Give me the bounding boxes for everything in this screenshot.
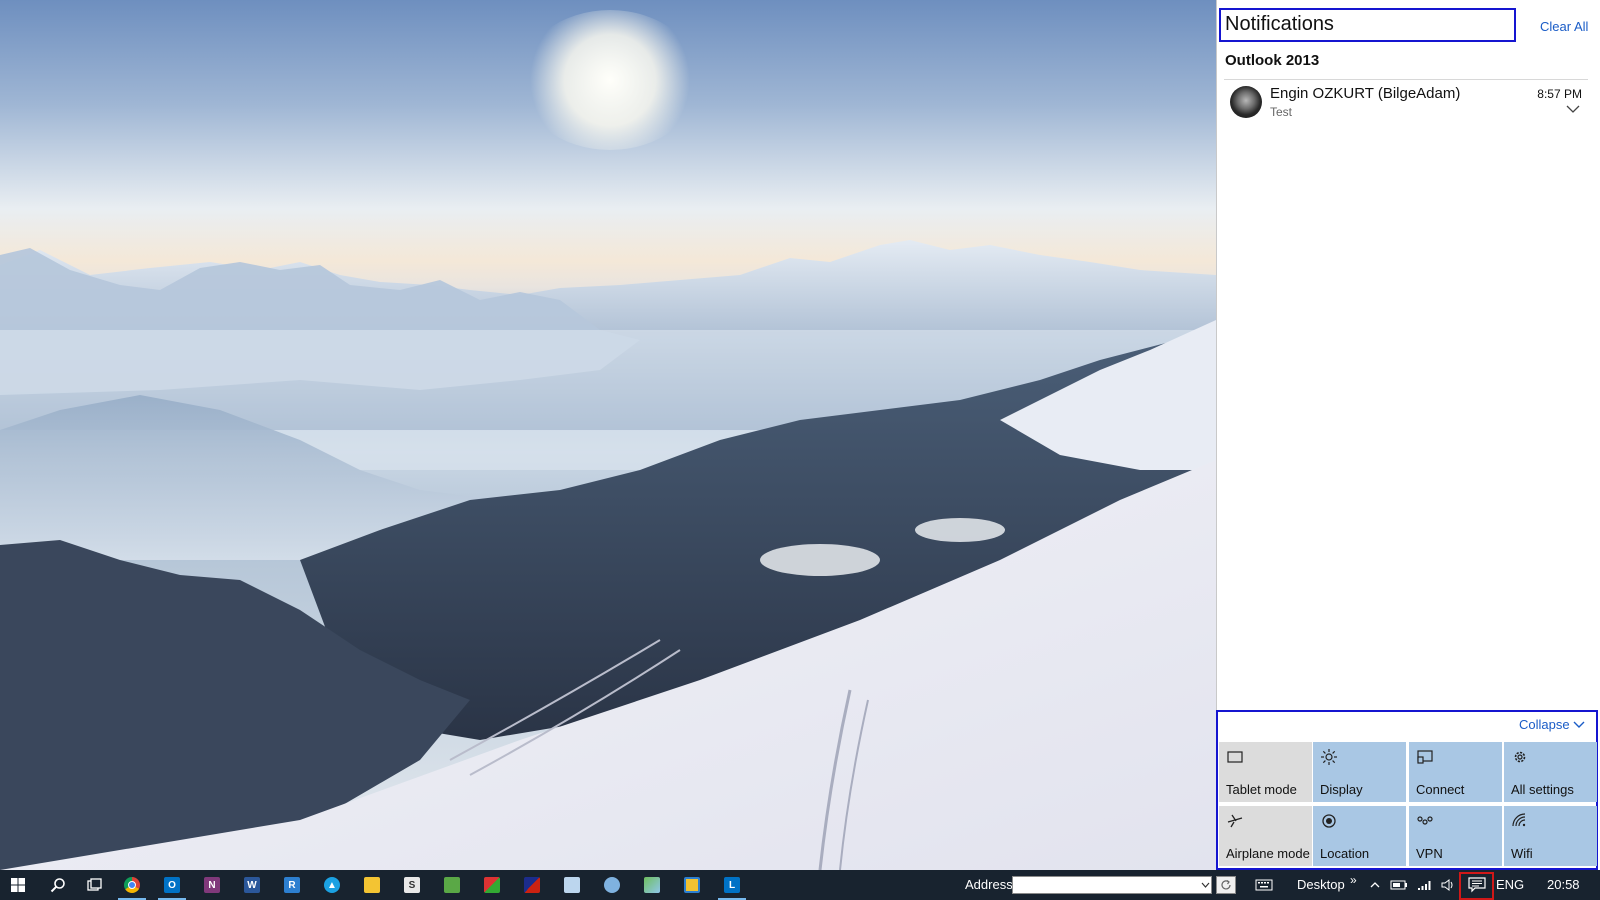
action-center-button-highlight <box>1459 872 1494 900</box>
tile-label: Location <box>1320 846 1370 861</box>
address-input[interactable] <box>1012 876 1212 894</box>
connect-icon <box>1417 750 1433 764</box>
tile-tablet-mode[interactable]: Tablet mode <box>1219 742 1312 802</box>
notification-sender: Engin OZKURT (BilgeAdam) <box>1270 85 1461 102</box>
notification-body: Test <box>1270 105 1293 119</box>
notification-time: 8:57 PM <box>1537 87 1582 101</box>
gear-icon <box>1514 751 1526 763</box>
volume-tray-button[interactable] <box>1436 870 1460 900</box>
onenote-icon: N <box>204 877 220 893</box>
tile-label: Display <box>1320 782 1363 797</box>
toolbar-more-chevron[interactable]: » <box>1350 873 1357 887</box>
group-divider <box>1224 79 1588 80</box>
taskbar-app-map[interactable] <box>634 870 670 900</box>
remote-desktop-icon: R <box>284 877 300 893</box>
notification-item[interactable]: Engin OZKURT (BilgeAdam) Test 8:57 PM <box>1224 82 1588 126</box>
folder-icon <box>364 877 380 893</box>
taskbar-app-chrome[interactable] <box>114 870 150 900</box>
battery-icon <box>1390 880 1407 890</box>
tile-label: Wifi <box>1511 846 1533 861</box>
app-icon <box>524 877 540 893</box>
taskbar-app-yellow[interactable] <box>674 870 710 900</box>
keyboard-icon <box>1255 879 1273 891</box>
desktop-wallpaper <box>0 0 1216 870</box>
speaker-icon <box>1441 879 1453 891</box>
clock[interactable]: 20:58 <box>1547 877 1580 892</box>
app-icon <box>604 877 620 893</box>
tile-label: All settings <box>1511 782 1574 797</box>
location-icon <box>1322 814 1336 828</box>
taskbar-app-lync[interactable]: L <box>714 870 750 900</box>
taskbar-app-onenote[interactable]: N <box>194 870 230 900</box>
airplane-icon <box>1227 814 1243 828</box>
collapse-link[interactable]: Collapse <box>1519 717 1570 732</box>
word-icon: W <box>244 877 260 893</box>
tile-connect[interactable]: Connect <box>1409 742 1502 802</box>
tile-display[interactable]: Display <box>1313 742 1406 802</box>
wifi-icon <box>1512 813 1526 827</box>
tile-vpn[interactable]: VPN <box>1409 806 1502 866</box>
tile-wifi[interactable]: Wifi <box>1504 806 1597 866</box>
desktop-toolbar-label[interactable]: Desktop <box>1297 877 1345 892</box>
taskbar-app-store[interactable]: S <box>394 870 430 900</box>
app-icon <box>444 877 460 893</box>
start-button[interactable] <box>0 870 36 900</box>
app-icon <box>684 877 700 893</box>
address-label: Address <box>965 877 1013 892</box>
taskbar-app-red-blue[interactable] <box>514 870 550 900</box>
taskbar-app-chat[interactable] <box>554 870 590 900</box>
vpn-icon <box>1417 816 1433 825</box>
store-icon: S <box>404 877 420 893</box>
taskbar-app-outlook[interactable]: O <box>154 870 190 900</box>
chevron-down-icon <box>1201 882 1209 888</box>
battery-tray-button[interactable] <box>1386 870 1412 900</box>
address-dropdown[interactable] <box>1198 876 1212 894</box>
tile-label: Tablet mode <box>1226 782 1297 797</box>
signal-bars-icon <box>1418 881 1431 890</box>
tile-airplane-mode[interactable]: Airplane mode <box>1219 806 1312 866</box>
taskbar-app-azure[interactable]: ▲ <box>314 870 350 900</box>
chevron-down-icon[interactable] <box>1573 721 1585 729</box>
app-icon <box>644 877 660 893</box>
taskbar-app-word[interactable]: W <box>234 870 270 900</box>
taskbar-app-gear-globe[interactable] <box>594 870 630 900</box>
azure-icon: ▲ <box>324 877 340 893</box>
touch-keyboard-button[interactable] <box>1250 870 1278 900</box>
taskbar-app-red-green[interactable] <box>474 870 510 900</box>
tablet-mode-icon <box>1227 751 1243 763</box>
search-button[interactable] <box>40 870 76 900</box>
task-view-button[interactable] <box>76 870 112 900</box>
taskbar-app-green[interactable] <box>434 870 470 900</box>
notification-group-header[interactable]: Outlook 2013 <box>1225 52 1319 69</box>
show-hidden-icons-button[interactable] <box>1364 870 1386 900</box>
tile-label: VPN <box>1416 846 1443 861</box>
chevron-up-icon <box>1370 882 1380 888</box>
task-view-icon <box>87 878 102 891</box>
avatar <box>1230 86 1262 118</box>
tile-location[interactable]: Location <box>1313 806 1406 866</box>
lync-icon: L <box>724 877 740 893</box>
address-go-button[interactable] <box>1216 876 1236 894</box>
tile-all-settings[interactable]: All settings <box>1504 742 1597 802</box>
mountain-landscape <box>0 240 1216 870</box>
tile-label: Airplane mode <box>1226 846 1310 861</box>
chevron-down-icon[interactable] <box>1566 104 1580 114</box>
chat-icon <box>564 877 580 893</box>
tile-label: Connect <box>1416 782 1465 797</box>
clear-all-link[interactable]: Clear All <box>1540 19 1588 34</box>
taskbar-app-remote-desktop[interactable]: R <box>274 870 310 900</box>
taskbar: O N W R ▲ S L Address Desktop » ENG 20:5… <box>0 870 1600 900</box>
search-icon <box>50 878 65 893</box>
windows-logo-icon <box>11 878 25 892</box>
network-tray-button[interactable] <box>1412 870 1438 900</box>
chrome-icon <box>124 877 140 893</box>
taskbar-app-file-explorer[interactable] <box>354 870 390 900</box>
refresh-icon <box>1221 880 1231 890</box>
input-language[interactable]: ENG <box>1496 877 1524 892</box>
brightness-icon <box>1321 749 1337 765</box>
notifications-title: Notifications <box>1225 13 1334 35</box>
app-icon <box>484 877 500 893</box>
outlook-icon: O <box>164 877 180 893</box>
